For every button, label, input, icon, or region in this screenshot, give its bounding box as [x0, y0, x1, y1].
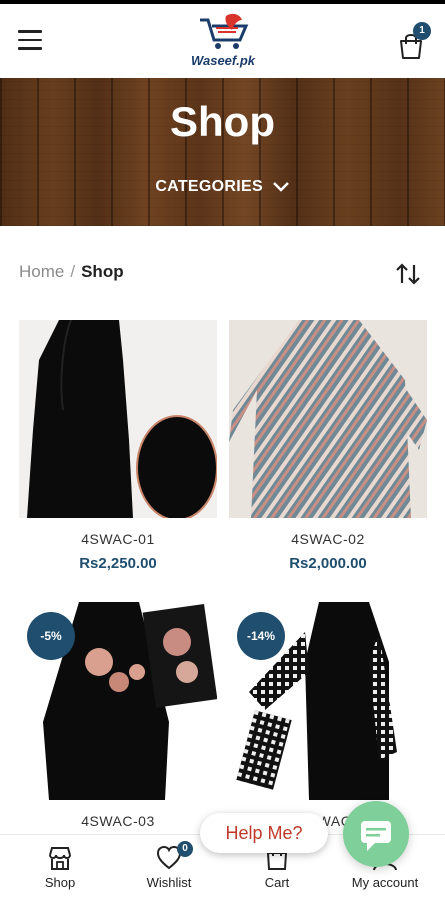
product-image[interactable]: [19, 320, 217, 518]
nav-account-label: My account: [351, 875, 419, 890]
nav-wishlist-label: Wishlist: [146, 875, 192, 890]
page-title: Shop: [170, 98, 275, 145]
chat-button[interactable]: [343, 801, 409, 867]
help-chip[interactable]: Help Me?: [200, 813, 328, 853]
product-image[interactable]: -5%: [19, 602, 217, 800]
product-card[interactable]: 4SWAC-01 Rs2,250.00: [19, 320, 217, 572]
menu-icon[interactable]: [18, 30, 42, 50]
product-name[interactable]: 4SWAC-02: [229, 531, 427, 547]
sort-button[interactable]: [395, 262, 421, 286]
product-price: Rs2,000.00: [289, 555, 367, 572]
logo-cart-graphic: [200, 13, 249, 49]
site-logo[interactable]: Waseef.pk: [178, 10, 268, 70]
breadcrumb-separator: /: [70, 262, 76, 281]
breadcrumb: Home / Shop: [19, 262, 124, 282]
product-image[interactable]: [229, 320, 427, 518]
shop-icon: [49, 847, 71, 870]
sort-icon: [396, 263, 420, 285]
product-price: Rs2,250.00: [79, 555, 157, 572]
breadcrumb-home-link[interactable]: Home: [19, 262, 64, 281]
product-card[interactable]: -14% 4SWAC-: [229, 602, 427, 829]
discount-badge: -5%: [27, 612, 75, 660]
shop-banner: Shop CATEGORIES: [0, 78, 445, 226]
nav-wishlist[interactable]: 0 Wishlist: [119, 841, 219, 890]
header-cart-button[interactable]: 1: [398, 22, 432, 60]
product-card[interactable]: 4SWAC-02 Rs2,000.00: [229, 320, 427, 572]
chevron-down-icon: [272, 181, 289, 192]
abaya-image: [229, 320, 427, 518]
cart-count-badge: 1: [413, 22, 431, 40]
chat-icon: [361, 821, 391, 851]
discount-badge: -14%: [237, 612, 285, 660]
categories-label: CATEGORIES: [155, 178, 263, 195]
logo-text: Waseef.pk: [190, 53, 256, 68]
product-image[interactable]: -14%: [229, 602, 427, 800]
product-name[interactable]: 4SWAC-03: [19, 813, 217, 829]
nav-cart-label: Cart: [264, 875, 290, 890]
site-header: Waseef.pk 1: [0, 4, 445, 78]
breadcrumb-current: Shop: [81, 262, 124, 281]
abaya-image: [27, 320, 217, 518]
categories-dropdown[interactable]: CATEGORIES: [0, 178, 445, 196]
product-card[interactable]: -5% 4SWAC-03: [19, 602, 217, 829]
wishlist-count-badge: 0: [177, 841, 193, 857]
nav-shop[interactable]: Shop: [10, 845, 110, 890]
nav-shop-label: Shop: [44, 875, 76, 890]
product-name[interactable]: 4SWAC-01: [19, 531, 217, 547]
